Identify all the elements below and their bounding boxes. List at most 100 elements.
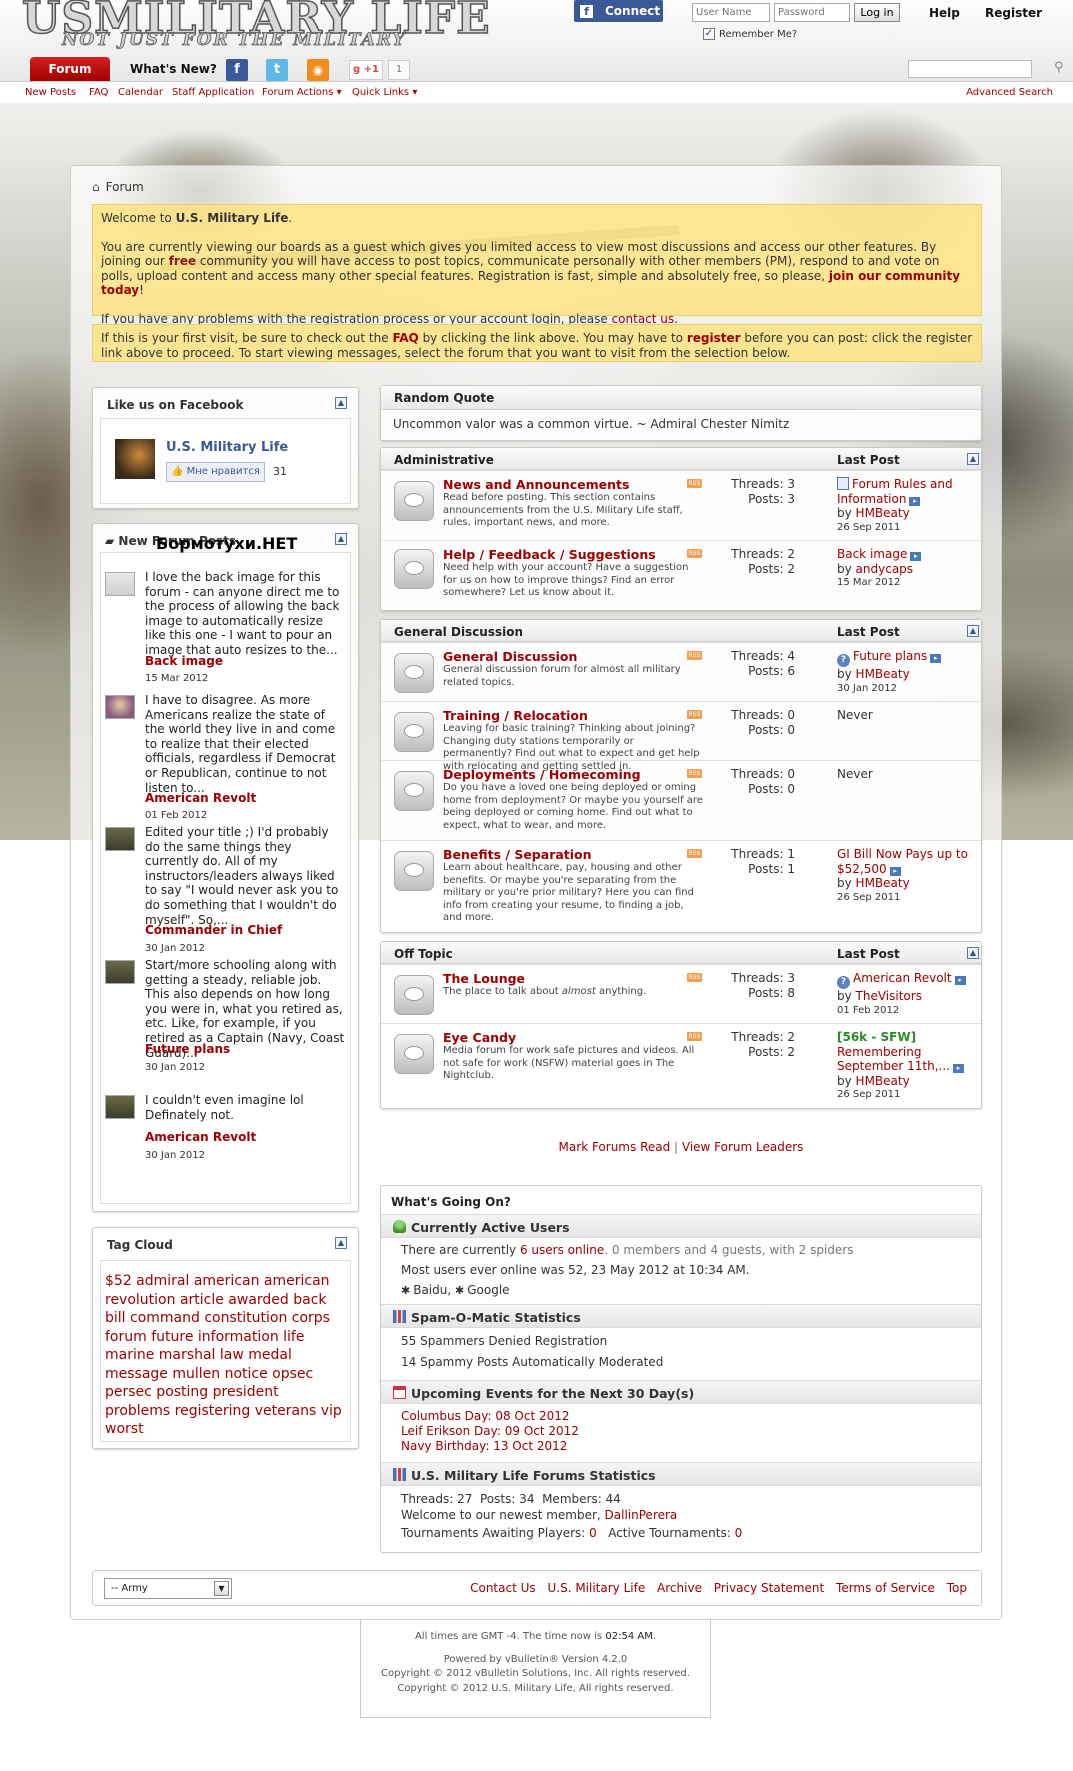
forum-title[interactable]: The Lounge (443, 971, 525, 986)
post-thread-title[interactable]: Back image (145, 654, 223, 668)
login-button[interactable]: Log in (854, 3, 900, 22)
post-thread-title[interactable]: Future plans (145, 1042, 230, 1056)
avatar[interactable] (105, 827, 135, 851)
tag-cloud[interactable]: $52 admiral american american revolution… (105, 1272, 345, 1439)
google-plus-button[interactable]: g +1 (349, 60, 383, 80)
last-post-user[interactable]: HMBeaty (856, 667, 910, 681)
nav-forum-actions[interactable]: Forum Actions ▾ (262, 87, 342, 98)
search-icon[interactable]: ⚲ (1054, 60, 1064, 75)
last-post-title[interactable]: American Revolt (853, 971, 952, 985)
chevron-down-icon[interactable]: ▼ (214, 1581, 229, 1596)
nav-staff-application[interactable]: Staff Application (172, 87, 254, 98)
last-post-title[interactable]: Future plans (853, 649, 927, 663)
post-thread-title[interactable]: American Revolt (145, 1130, 256, 1144)
view-forum-leaders-link[interactable]: View Forum Leaders (682, 1140, 804, 1154)
forum-title[interactable]: Training / Relocation (443, 708, 588, 723)
last-post-title[interactable]: Remembering September 11th,... (837, 1045, 950, 1074)
last-post-user[interactable]: andycaps (856, 562, 914, 576)
collapse-icon[interactable]: ▲ (335, 533, 347, 545)
go-to-post-icon[interactable]: ▸ (952, 1064, 964, 1073)
event-link[interactable]: Navy Birthday (401, 1439, 485, 1453)
rss-icon[interactable]: RSS (687, 769, 702, 778)
forum-title[interactable]: Eye Candy (443, 1030, 516, 1045)
last-post-user[interactable]: HMBeaty (856, 506, 910, 520)
go-to-post-icon[interactable]: ▸ (889, 866, 901, 876)
remember-me-checkbox[interactable]: ✓ (703, 28, 715, 40)
rss-icon[interactable]: RSS (687, 479, 702, 488)
tab-forum[interactable]: Forum (30, 57, 110, 81)
rss-icon[interactable]: RSS (687, 973, 702, 982)
breadcrumb[interactable]: ⌂ Forum (92, 180, 144, 194)
go-to-post-icon[interactable]: ▸ (910, 552, 922, 561)
collapse-icon[interactable]: ▲ (967, 625, 979, 637)
facebook-icon[interactable]: f (226, 59, 248, 81)
remember-me[interactable]: ✓ Remember Me? (703, 28, 797, 40)
faq-link[interactable]: FAQ (392, 331, 418, 345)
rss-icon[interactable]: RSS (687, 1032, 702, 1041)
facebook-connect-button[interactable]: f Connect (574, 0, 663, 22)
event-link[interactable]: Leif Erikson Day (401, 1424, 497, 1438)
forum-title[interactable]: Deployments / Homecoming (443, 767, 641, 782)
forum-title[interactable]: General Discussion (443, 649, 577, 664)
breadcrumb-forum[interactable]: Forum (106, 180, 144, 194)
footer-link-archive[interactable]: Archive (657, 1581, 702, 1595)
mark-forums-read-link[interactable]: Mark Forums Read (559, 1140, 671, 1154)
post-thread-title[interactable]: Commander in Chief (145, 923, 282, 937)
collapse-icon[interactable]: ▲ (335, 1237, 347, 1249)
rss-icon[interactable]: RSS (687, 710, 702, 719)
tab-whats-new[interactable]: What's New? (130, 62, 217, 76)
nav-calendar[interactable]: Calendar (118, 87, 163, 98)
last-post-user[interactable]: HMBeaty (856, 876, 910, 890)
facebook-page-avatar[interactable] (115, 439, 155, 479)
last-post-user[interactable]: HMBeaty (856, 1074, 910, 1088)
forum-title[interactable]: News and Announcements (443, 477, 629, 492)
rss-icon[interactable]: RSS (687, 849, 702, 858)
forum-title[interactable]: Help / Feedback / Suggestions (443, 547, 656, 562)
avatar[interactable] (105, 572, 135, 596)
category-title[interactable]: General Discussion (394, 625, 523, 639)
nav-quick-links[interactable]: Quick Links ▾ (352, 87, 417, 98)
tournaments-awaiting-count[interactable]: 0 (589, 1526, 597, 1540)
advanced-search-link[interactable]: Advanced Search (966, 87, 1053, 98)
collapse-icon[interactable]: ▲ (967, 947, 979, 959)
collapse-icon[interactable]: ▲ (335, 397, 347, 409)
go-to-post-icon[interactable]: ▸ (930, 654, 942, 663)
category-title[interactable]: Administrative (394, 453, 494, 467)
username-input[interactable] (692, 3, 770, 22)
nav-faq[interactable]: FAQ (89, 87, 108, 98)
newest-member-link[interactable]: DallinPerera (605, 1508, 678, 1522)
post-thread-title[interactable]: American Revolt (145, 791, 256, 805)
footer-link-contact-us[interactable]: Contact Us (470, 1581, 536, 1595)
style-selector[interactable]: -- Army ▼ (104, 1578, 232, 1599)
twitter-icon[interactable]: t (266, 59, 288, 81)
event-link[interactable]: Columbus Day (401, 1409, 487, 1423)
password-input[interactable] (774, 3, 850, 22)
active-tournaments-count[interactable]: 0 (735, 1526, 743, 1540)
avatar[interactable] (105, 960, 135, 984)
collapse-icon[interactable]: ▲ (967, 453, 979, 465)
register-notice-link[interactable]: register (687, 331, 741, 345)
search-input[interactable] (908, 60, 1032, 78)
last-post-title[interactable]: GI Bill Now Pays up to $52,500 (837, 847, 968, 876)
register-link[interactable]: Register (985, 6, 1042, 20)
last-post-title[interactable]: Back image (837, 547, 907, 561)
footer-link-terms[interactable]: Terms of Service (836, 1581, 935, 1595)
rss-icon[interactable]: RSS (687, 651, 702, 660)
nav-new-posts[interactable]: New Posts (25, 87, 76, 98)
rss-icon[interactable]: ◉ (307, 59, 329, 81)
footer-link-home[interactable]: U.S. Military Life (547, 1581, 645, 1595)
site-logo[interactable]: USMILITARY LIFE NOT JUST FOR THE MILITAR… (21, 0, 502, 52)
users-online-link[interactable]: 6 users online (520, 1243, 604, 1257)
last-post-user[interactable]: TheVisitors (856, 989, 922, 1003)
rss-icon[interactable]: RSS (687, 549, 702, 558)
footer-link-privacy[interactable]: Privacy Statement (714, 1581, 824, 1595)
facebook-page-name[interactable]: U.S. Military Life (166, 440, 288, 455)
go-to-post-icon[interactable]: ▸ (954, 976, 966, 985)
forum-title[interactable]: Benefits / Separation (443, 847, 592, 862)
go-to-post-icon[interactable]: ▸ (909, 496, 921, 506)
help-link[interactable]: Help (929, 6, 960, 20)
avatar[interactable] (105, 695, 135, 719)
facebook-like-button[interactable]: 👍 Мне нравится (166, 462, 265, 482)
avatar[interactable] (105, 1095, 135, 1119)
footer-link-top[interactable]: Top (947, 1581, 967, 1595)
